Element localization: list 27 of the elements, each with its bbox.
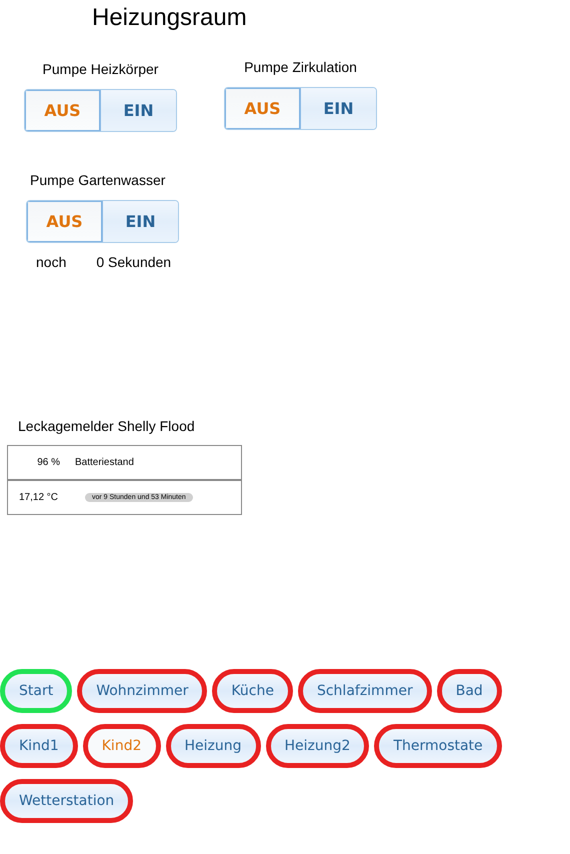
nav-button[interactable]: Kind2 xyxy=(82,724,160,768)
nav-button[interactable]: Schlafzimmer xyxy=(298,669,432,713)
sensor-title: Leckagemelder Shelly Flood xyxy=(18,418,196,434)
nav-button[interactable]: Wetterstation xyxy=(0,779,134,823)
nav-button[interactable]: Heizung2 xyxy=(266,724,370,768)
switch-option[interactable]: EIN xyxy=(103,201,178,242)
sensor-label: Batteriestand xyxy=(75,457,134,468)
sensor-value: 17,12 °C xyxy=(19,492,60,503)
switch-option[interactable]: AUS xyxy=(225,88,301,129)
nav-button[interactable]: Kind1 xyxy=(0,724,78,768)
pump-label: Pumpe Gartenwasser xyxy=(30,172,166,188)
pump-label: Pumpe Heizkörper xyxy=(42,61,158,77)
page-title: Heizungsraum xyxy=(92,4,248,33)
switch-option[interactable]: AUS xyxy=(27,201,103,242)
pump-label: Pumpe Zirkulation xyxy=(244,59,357,75)
nav-button[interactable]: Wohnzimmer xyxy=(77,669,208,713)
switch-option[interactable]: EIN xyxy=(301,88,376,129)
nav-button[interactable]: Bad xyxy=(436,669,502,713)
switch-option[interactable]: EIN xyxy=(101,90,176,131)
nav-button[interactable]: Heizung xyxy=(166,724,261,768)
timer-value: 0 Sekunden xyxy=(96,254,172,270)
switch-option[interactable]: AUS xyxy=(25,90,101,131)
nav-button[interactable]: Küche xyxy=(212,669,293,713)
sensor-value: 96 % xyxy=(36,457,60,468)
nav-button[interactable]: Thermostate xyxy=(374,724,502,768)
nav-button[interactable]: Start xyxy=(0,669,72,713)
timer-prefix: noch xyxy=(36,254,66,270)
